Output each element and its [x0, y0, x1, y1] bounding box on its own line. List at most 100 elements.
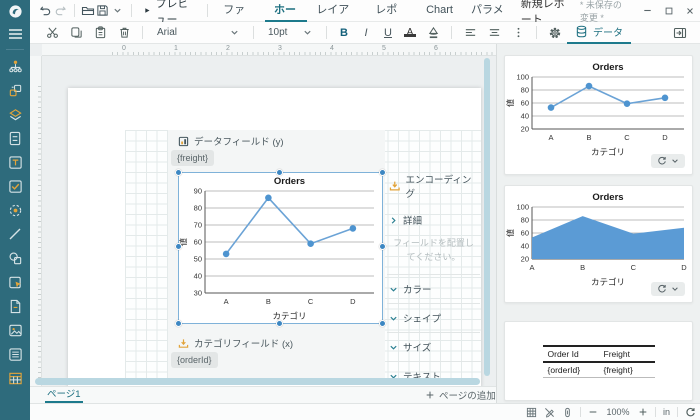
bold-button[interactable]: B	[333, 27, 355, 39]
encoding-header: エンコーディング	[387, 168, 480, 207]
menu-layout[interactable]: レイアウト	[307, 0, 366, 22]
main-menu-button[interactable]	[0, 22, 30, 46]
align-center-button[interactable]	[482, 23, 506, 43]
subreport-tool-icon[interactable]	[0, 270, 30, 294]
svg-text:40: 40	[521, 242, 529, 251]
page-tool-icon[interactable]	[0, 294, 30, 318]
textbox-tool-icon[interactable]	[0, 150, 30, 174]
save-button[interactable]	[95, 2, 110, 20]
zoom-level: 100%	[605, 407, 631, 417]
align-left-button[interactable]	[458, 23, 482, 43]
toolbox-sidebar	[0, 0, 30, 420]
chart-card-actions[interactable]	[651, 154, 685, 168]
svg-text:B: B	[266, 297, 271, 306]
delete-button[interactable]	[112, 23, 136, 43]
font-size-select[interactable]: 10pt	[260, 27, 320, 38]
svg-text:Orders: Orders	[592, 192, 623, 203]
undo-button[interactable]	[38, 2, 53, 20]
collapse-panel-button[interactable]	[668, 23, 692, 43]
settings-gear-button[interactable]	[543, 23, 567, 43]
resize-handle[interactable]	[379, 243, 386, 250]
snap-pen-icon[interactable]	[544, 407, 555, 418]
reset-zoom-icon[interactable]	[685, 407, 696, 418]
italic-button[interactable]: I	[355, 27, 377, 39]
redo-button[interactable]	[53, 2, 68, 20]
resize-handle[interactable]	[175, 169, 182, 176]
svg-text:Orders: Orders	[274, 176, 305, 187]
horizontal-scrollbar[interactable]	[35, 378, 480, 385]
page-tab-1[interactable]: ページ1	[45, 387, 83, 403]
resize-handle[interactable]	[175, 320, 182, 327]
richtext-tool-icon[interactable]	[0, 198, 30, 222]
report-controls-tool-icon[interactable]	[0, 78, 30, 102]
fill-color-button[interactable]	[421, 23, 445, 43]
encoding-detail-row[interactable]: 詳細	[387, 207, 480, 233]
font-size-value: 10pt	[268, 27, 289, 38]
shapes-tool-icon[interactable]	[0, 246, 30, 270]
data-field-label-row: データフィールド (y)	[178, 134, 284, 148]
svg-text:A: A	[548, 133, 553, 142]
data-preview-table: Order Id Freight {orderId} {freight}	[543, 345, 655, 378]
open-button[interactable]	[81, 2, 96, 20]
area-chart-preview-card[interactable]: Orders20406080100値ABCDカテゴリ	[504, 185, 693, 303]
page-tab-bar: ページ1 ページの追加	[30, 386, 496, 403]
menu-file[interactable]: ファイル	[214, 0, 265, 22]
cut-button[interactable]	[40, 23, 64, 43]
zoom-out-button[interactable]	[588, 407, 598, 417]
resize-handle[interactable]	[379, 169, 386, 176]
image-tool-icon[interactable]	[0, 318, 30, 342]
checkbox-tool-icon[interactable]	[0, 174, 30, 198]
underline-button[interactable]: U	[377, 27, 399, 39]
line-chart-preview-card[interactable]: Orders20406080100値ABCDカテゴリ	[504, 55, 693, 175]
vertical-scrollbar[interactable]	[484, 58, 490, 376]
table-header-row: Order Id Freight	[543, 346, 655, 362]
zoom-in-button[interactable]	[638, 407, 648, 417]
encoding-section-color[interactable]: カラー	[387, 274, 480, 303]
encoding-section-shape[interactable]: シェイプ	[387, 303, 480, 332]
chart-card-actions[interactable]	[651, 282, 685, 296]
svg-text:値: 値	[506, 99, 515, 107]
encoding-placeholder: フィールドを配置してください。	[387, 233, 480, 274]
toc-tool-icon[interactable]	[0, 54, 30, 78]
table-tool-icon[interactable]	[0, 366, 30, 390]
svg-text:70: 70	[194, 221, 202, 230]
window-minimize-button[interactable]	[637, 1, 658, 21]
menu-parameters[interactable]: パラメータ	[462, 0, 521, 22]
font-family-select[interactable]: Arial	[149, 27, 247, 38]
orderid-field-chip[interactable]: {orderId}	[171, 352, 218, 368]
resize-handle[interactable]	[379, 320, 386, 327]
freight-field-chip[interactable]: {freight}	[171, 150, 214, 166]
unit-label[interactable]: in	[663, 407, 670, 417]
window-maximize-button[interactable]	[658, 1, 679, 21]
table-cell-freight: {freight}	[599, 362, 655, 378]
table-preview-card[interactable]: Order Id Freight {orderId} {freight}	[504, 321, 693, 401]
menu-chart[interactable]: Chart	[417, 0, 462, 22]
svg-text:60: 60	[194, 238, 202, 247]
svg-text:カテゴリ: カテゴリ	[591, 277, 625, 287]
selected-chart[interactable]: Orders30405060708090値ABCDカテゴリ	[178, 172, 383, 324]
window-close-button[interactable]	[679, 1, 700, 21]
resize-handle[interactable]	[276, 169, 283, 176]
resize-handle[interactable]	[276, 320, 283, 327]
resize-handle[interactable]	[175, 243, 182, 250]
snap-clip-icon[interactable]	[562, 407, 573, 418]
paste-button[interactable]	[88, 23, 112, 43]
layers-tool-icon[interactable]	[0, 102, 30, 126]
line-tool-icon[interactable]	[0, 222, 30, 246]
list-tool-icon[interactable]	[0, 342, 30, 366]
grid-toggle-icon[interactable]	[526, 407, 537, 418]
design-surface[interactable]: データフィールド (y) {freight} Orders30405060708…	[30, 56, 496, 386]
copy-button[interactable]	[64, 23, 88, 43]
data-panel-tab[interactable]: データ	[567, 22, 631, 44]
save-menu-chevron-icon[interactable]	[110, 2, 125, 20]
svg-text:D: D	[350, 297, 356, 306]
svg-text:40: 40	[521, 112, 529, 121]
encoding-section-size[interactable]: サイズ	[387, 332, 480, 361]
font-color-button[interactable]: A	[399, 27, 421, 38]
more-options-button[interactable]	[506, 23, 530, 43]
svg-text:D: D	[681, 263, 687, 272]
data-bands-tool-icon[interactable]	[0, 126, 30, 150]
add-page-button[interactable]: ページの追加	[425, 388, 496, 402]
menu-home[interactable]: ホーム	[265, 0, 307, 22]
menu-report[interactable]: レポート	[366, 0, 417, 22]
